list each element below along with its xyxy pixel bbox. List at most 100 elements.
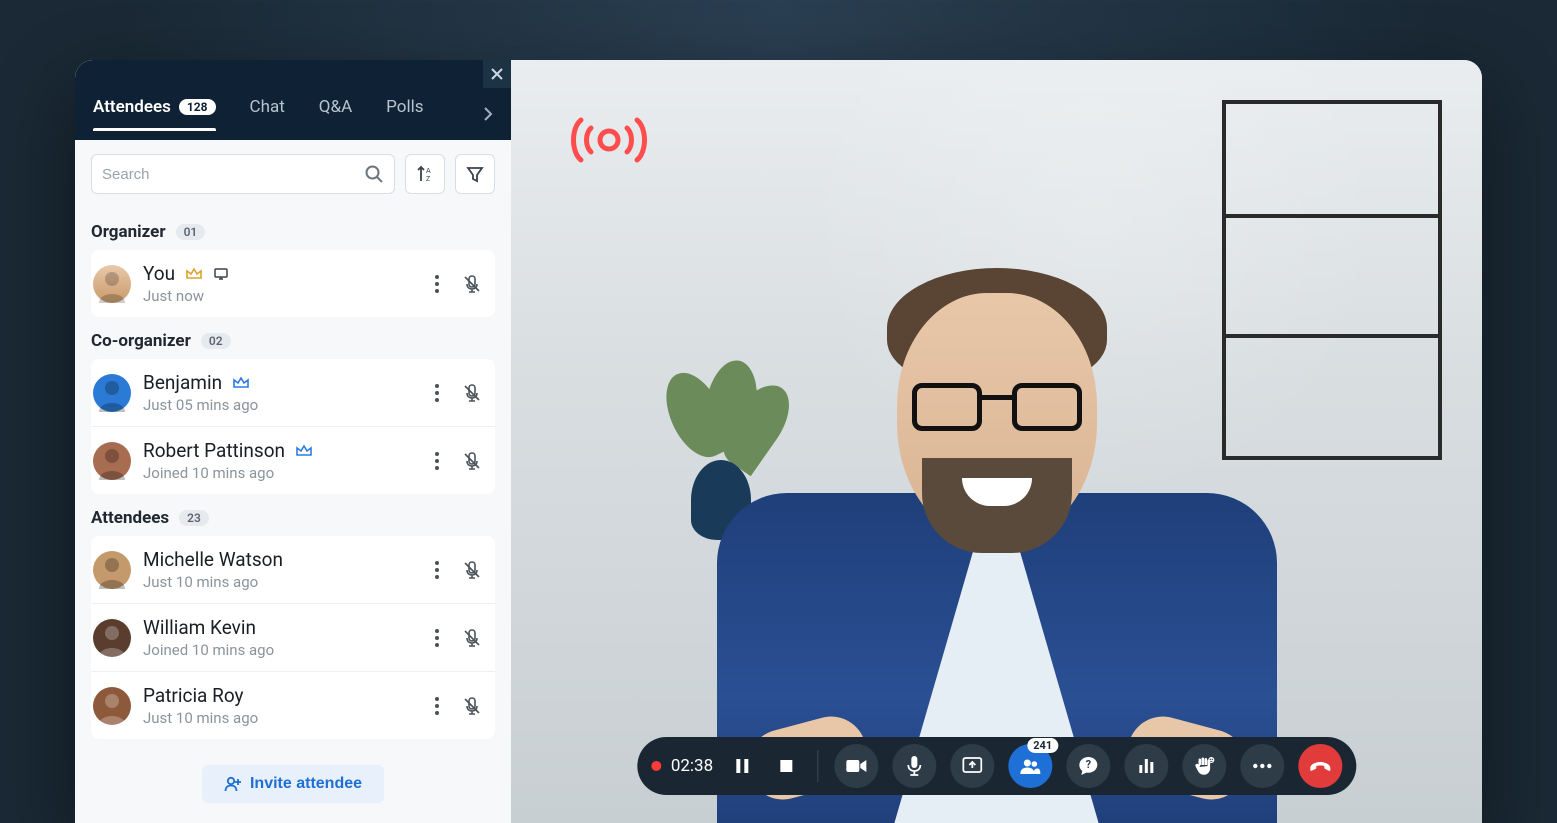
svg-text:?: ? (1085, 758, 1091, 771)
invite-label: Invite attendee (250, 775, 362, 793)
end-call-button[interactable] (1298, 744, 1342, 788)
filter-icon (465, 164, 485, 184)
search-row: A Z (75, 140, 511, 208)
hangup-icon (1308, 760, 1332, 772)
avatar (93, 551, 131, 589)
add-person-icon (224, 775, 242, 793)
attendees-panel: Attendees 128 Chat Q&A Polls (75, 60, 511, 823)
avatar-placeholder-icon (93, 374, 131, 412)
tab-qa[interactable]: Q&A (319, 97, 352, 131)
tab-chat[interactable]: Chat (250, 97, 285, 131)
svg-text:A: A (426, 168, 431, 175)
participants-button[interactable]: 241 (1008, 744, 1052, 788)
group-title: Attendees (91, 508, 169, 528)
close-icon (491, 68, 503, 80)
group-title: Organizer (91, 222, 166, 242)
invite-bar: Invite attendee (75, 751, 511, 823)
tabs-scroll-right[interactable] (483, 106, 493, 122)
attendee-more-button[interactable] (431, 625, 443, 651)
cohost-crown-icon (295, 443, 313, 459)
attendees-list: Michelle Watson Just 10 mins ago William… (91, 536, 495, 739)
participants-count-badge: 241 (1027, 738, 1058, 753)
tab-polls[interactable]: Polls (386, 97, 423, 131)
attendee-name: Patricia Roy (143, 684, 244, 707)
attendee-groups: Organizer 01 You Just now (75, 208, 511, 823)
close-panel-button[interactable] (483, 60, 511, 88)
mic-muted-icon[interactable] (461, 382, 483, 404)
panel-tabs: Attendees 128 Chat Q&A Polls (93, 97, 493, 131)
speaker-figure (687, 213, 1307, 823)
live-indicator (561, 110, 657, 170)
tab-attendees[interactable]: Attendees 128 (93, 97, 216, 131)
attendee-more-button[interactable] (431, 448, 443, 474)
attendee-info: Michelle Watson Just 10 mins ago (143, 548, 431, 591)
camera-button[interactable] (834, 744, 878, 788)
cohost-crown-icon (232, 375, 250, 391)
microphone-icon (906, 755, 922, 777)
group-count: 01 (176, 224, 206, 240)
attendee-info: William Kevin Joined 10 mins ago (143, 616, 431, 659)
sort-button[interactable]: A Z (405, 154, 445, 194)
avatar (93, 687, 131, 725)
app-window: Attendees 128 Chat Q&A Polls (75, 60, 1482, 823)
search-box[interactable] (91, 154, 395, 194)
reactions-button[interactable] (1182, 744, 1226, 788)
group-count: 02 (201, 333, 231, 349)
tab-label: Chat (250, 97, 285, 117)
invite-attendee-button[interactable]: Invite attendee (202, 765, 384, 803)
qa-button[interactable]: ? (1066, 744, 1110, 788)
share-screen-icon (962, 757, 982, 775)
attendee-sub: Just 10 mins ago (143, 709, 431, 727)
coorganizer-list: Benjamin Just 05 mins ago (91, 359, 495, 494)
avatar-placeholder-icon (93, 619, 131, 657)
mic-muted-icon[interactable] (461, 450, 483, 472)
mic-muted-icon[interactable] (461, 695, 483, 717)
stop-icon (779, 759, 793, 773)
avatar (93, 442, 131, 480)
sort-az-icon: A Z (415, 164, 435, 184)
group-title: Co-organizer (91, 331, 191, 351)
recording-time: 02:38 (671, 756, 713, 776)
attendee-info: Benjamin Just 05 mins ago (143, 371, 431, 414)
panel-header: Attendees 128 Chat Q&A Polls (75, 60, 511, 140)
avatar-placeholder-icon (93, 551, 131, 589)
tab-label: Attendees (93, 97, 171, 117)
more-options-button[interactable] (1240, 744, 1284, 788)
broadcast-icon (561, 110, 657, 170)
attendee-more-button[interactable] (431, 557, 443, 583)
stop-recording-button[interactable] (771, 744, 801, 788)
speaker-video (511, 60, 1482, 823)
attendee-more-button[interactable] (431, 693, 443, 719)
attendee-info: You Just now (143, 262, 431, 305)
polls-button[interactable] (1124, 744, 1168, 788)
attendee-sub: Just 05 mins ago (143, 396, 431, 414)
group-coorganizer-header: Co-organizer 02 (91, 331, 495, 351)
microphone-button[interactable] (892, 744, 936, 788)
bar-chart-icon (1137, 757, 1155, 775)
group-count: 23 (179, 510, 209, 526)
tab-label: Q&A (319, 97, 352, 117)
avatar-placeholder-icon (93, 265, 131, 303)
organizer-list: You Just now (91, 250, 495, 317)
attendee-info: Robert Pattinson Joined 10 mins ago (143, 439, 431, 482)
attendee-more-button[interactable] (431, 380, 443, 406)
mic-muted-icon[interactable] (461, 559, 483, 581)
mic-muted-icon[interactable] (461, 627, 483, 649)
attendee-row: Benjamin Just 05 mins ago (91, 359, 495, 427)
more-horizontal-icon (1252, 763, 1272, 769)
svg-text:Z: Z (426, 176, 431, 183)
pause-recording-button[interactable] (727, 744, 757, 788)
filter-button[interactable] (455, 154, 495, 194)
attendees-count-pill: 128 (179, 99, 216, 115)
chevron-right-icon (483, 106, 493, 122)
attendee-more-button[interactable] (431, 271, 443, 297)
group-attendees-header: Attendees 23 (91, 508, 495, 528)
attendee-sub: Joined 10 mins ago (143, 464, 431, 482)
recording-display: 02:38 (651, 756, 713, 776)
avatar (93, 265, 131, 303)
attendee-row: Michelle Watson Just 10 mins ago (91, 536, 495, 604)
avatar-placeholder-icon (93, 687, 131, 725)
share-screen-button[interactable] (950, 744, 994, 788)
mic-muted-icon[interactable] (461, 273, 483, 295)
search-input[interactable] (102, 166, 364, 183)
